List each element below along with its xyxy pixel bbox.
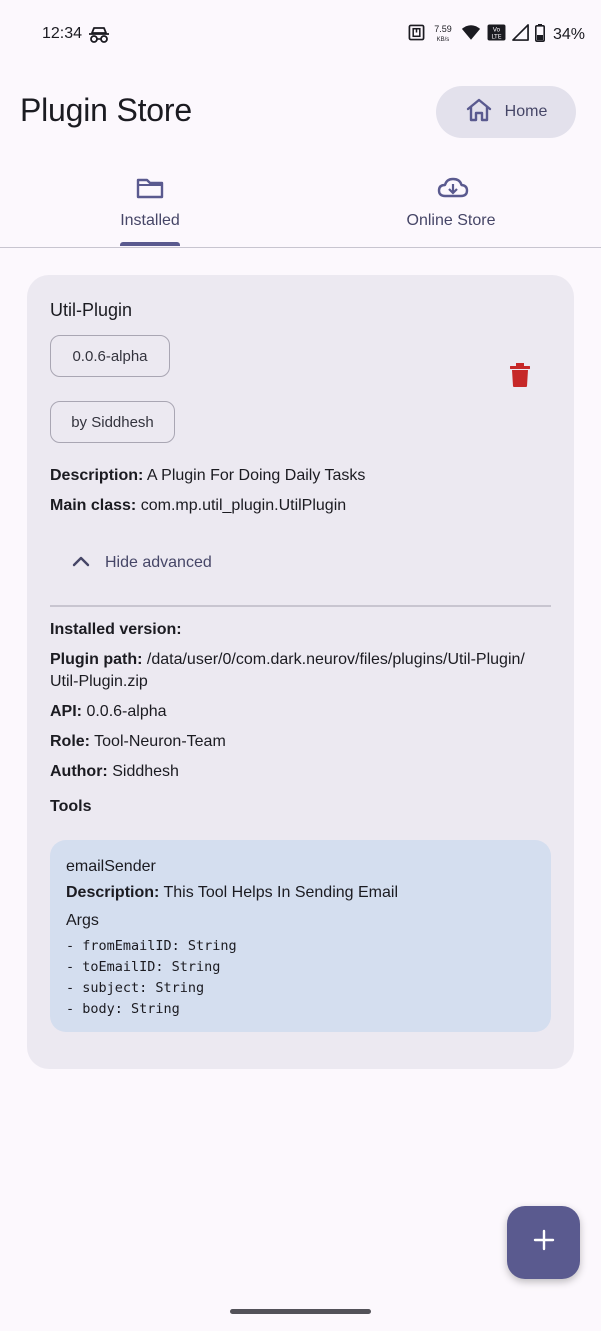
gesture-bar[interactable] (230, 1309, 371, 1314)
plugin-path: Plugin path: /data/user/0/com.dark.neuro… (50, 649, 550, 693)
plugin-api: API: 0.0.6-alpha (50, 701, 550, 723)
tool-args-title: Args (66, 912, 99, 929)
tool-description-value: This Tool Helps In Sending Email (163, 884, 399, 901)
svg-text:Vo: Vo (493, 27, 501, 34)
incognito-icon (88, 25, 110, 45)
role-value: Tool-Neuron-Team (94, 733, 226, 750)
hide-advanced-button[interactable]: Hide advanced (71, 551, 212, 575)
delete-button[interactable] (507, 361, 533, 389)
battery-percent: 34% (552, 26, 585, 43)
trash-icon (507, 363, 533, 393)
status-bar: 12:34 7.59 KB/s Vo LTE 34% (0, 0, 601, 70)
hide-advanced-label: Hide advanced (105, 554, 212, 571)
installed-version-label: Installed version: (50, 621, 182, 638)
plugin-name: Util-Plugin (50, 300, 133, 320)
svg-text:LTE: LTE (491, 34, 501, 41)
home-button[interactable]: Home (436, 86, 576, 138)
signal-icon (512, 24, 529, 46)
battery-icon (534, 23, 545, 47)
plugin-path-value: /data/user/0/com.dark.neurov/files/plugi… (146, 651, 525, 668)
wifi-icon (461, 24, 481, 46)
tool-name: emailSender (66, 858, 156, 875)
tab-online-store[interactable]: Online Store (301, 160, 601, 246)
home-button-label: Home (504, 103, 548, 120)
description-value: A Plugin For Doing Daily Tasks (146, 467, 366, 484)
plus-icon (532, 1228, 556, 1257)
plugin-main-class: Main class: com.mp.util_plugin.UtilPlugi… (50, 495, 550, 517)
tab-online-store-label: Online Store (406, 212, 496, 229)
tool-description: Description: This Tool Helps In Sending … (66, 884, 398, 902)
tool-description-label: Description: (66, 884, 160, 901)
add-plugin-button[interactable] (507, 1206, 580, 1279)
tab-indicator (120, 242, 180, 246)
tool-arg: - body: String (66, 1001, 180, 1017)
home-icon (465, 96, 493, 129)
description-label: Description: (50, 467, 144, 484)
tool-arg: - toEmailID: String (66, 959, 221, 975)
tool-card: emailSender Description: This Tool Helps… (50, 840, 551, 1032)
divider (50, 605, 551, 607)
main-class-label: Main class: (50, 497, 137, 514)
api-value: 0.0.6-alpha (86, 703, 167, 720)
page-title: Plugin Store (20, 92, 192, 128)
api-label: API: (50, 703, 82, 720)
version-chip[interactable]: 0.0.6-alpha (50, 335, 170, 377)
status-icons: 7.59 KB/s Vo LTE 34% (408, 22, 585, 48)
plugin-path-label: Plugin path: (50, 651, 143, 668)
chevron-up-icon (71, 554, 91, 573)
author-value: Siddhesh (112, 763, 179, 780)
plugin-card: Util-Plugin 0.0.6-alpha by Siddhesh Desc… (27, 275, 574, 1069)
tool-arg: - subject: String (66, 980, 205, 996)
plugin-role: Role: Tool-Neuron-Team (50, 731, 550, 753)
author-chip[interactable]: by Siddhesh (50, 401, 175, 443)
tab-installed[interactable]: Installed (0, 160, 300, 246)
net-speed: 7.59 KB/s (431, 25, 455, 45)
net-speed-unit: KB/s (436, 37, 450, 43)
tool-arg: - fromEmailID: String (66, 938, 237, 954)
cloud-download-icon (436, 174, 469, 202)
main-class-value: com.mp.util_plugin.UtilPlugin (140, 497, 347, 514)
folder-icon (135, 174, 165, 202)
tab-installed-label: Installed (120, 212, 180, 229)
nfc-icon (408, 24, 425, 46)
tools-title: Tools (50, 798, 92, 815)
installed-version: Installed version: (50, 619, 550, 641)
tab-bar: Installed Online Store (0, 160, 601, 248)
net-speed-value: 7.59 (434, 24, 452, 34)
plugin-path-value-cont: Util-Plugin.zip (50, 673, 148, 690)
role-label: Role: (50, 733, 90, 750)
volte-icon: Vo LTE (487, 24, 506, 46)
status-time: 12:34 (42, 25, 83, 42)
author-label: Author: (50, 763, 108, 780)
plugin-author: Author: Siddhesh (50, 761, 550, 783)
plugin-description: Description: A Plugin For Doing Daily Ta… (50, 465, 550, 487)
